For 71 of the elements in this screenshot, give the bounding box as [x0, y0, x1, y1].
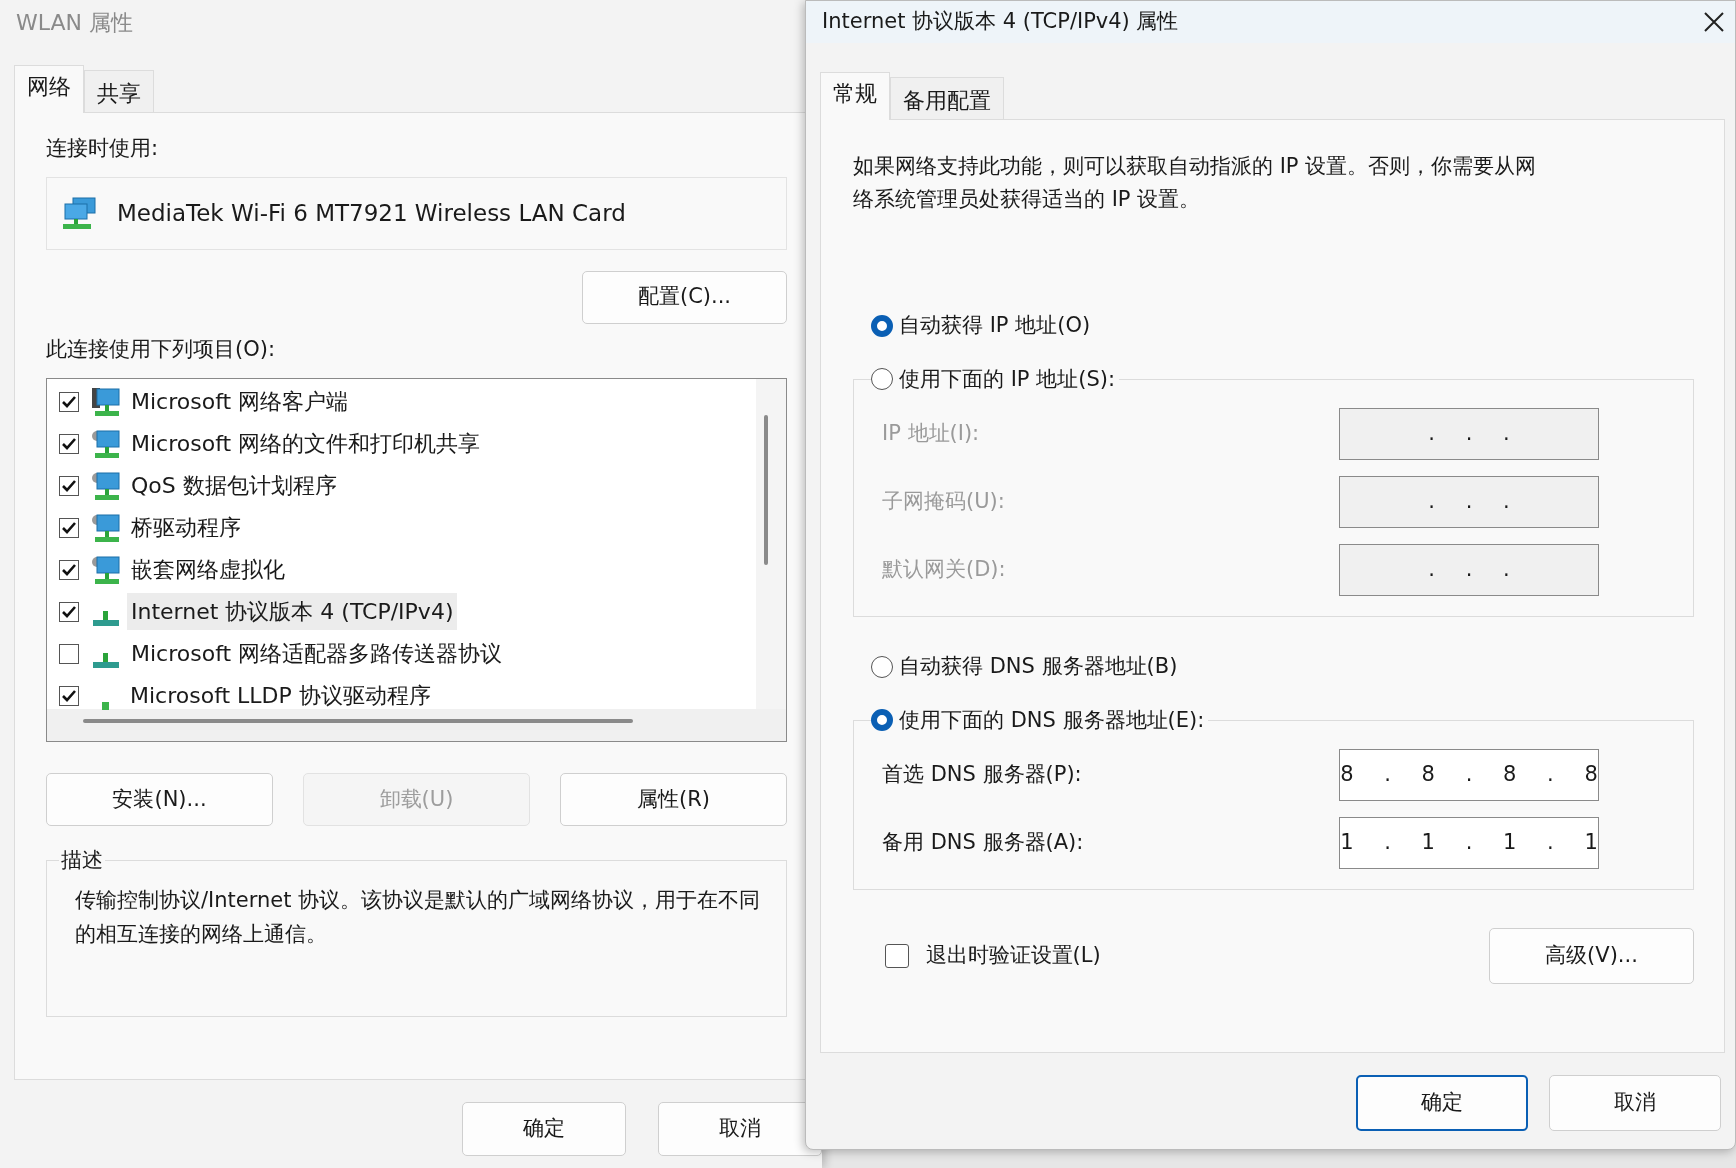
check-icon [61, 394, 77, 409]
network-protocol-icon [93, 653, 119, 668]
list-item[interactable]: 嵌套网络虚拟化 [127, 551, 289, 588]
check-icon [61, 436, 77, 451]
check-icon [61, 604, 77, 619]
button[interactable]: 确定 [462, 1102, 627, 1156]
list-item[interactable]: Microsoft 网络客户端 [127, 383, 353, 420]
button[interactable]: 安装(N)... [46, 773, 273, 826]
scrollbar[interactable] [764, 414, 768, 565]
radio-button[interactable] [871, 709, 893, 732]
radio-button[interactable] [871, 314, 893, 337]
tab[interactable]: 备用配置 [890, 77, 1004, 119]
field-label: 默认网关(D): [882, 556, 1006, 584]
network-protocol-icon [93, 611, 119, 626]
description-text: 传输控制协议/Internet 协议。该协议是默认的广域网络协议，用于在不同的相互连接的网络上通信。 [75, 887, 762, 948]
button[interactable]: 取消 [1549, 1075, 1721, 1131]
checkbox[interactable] [59, 601, 79, 622]
checkbox[interactable] [885, 944, 909, 968]
radio-button[interactable] [871, 655, 893, 678]
network-adapter-icon [63, 197, 97, 229]
check-icon [61, 562, 77, 577]
radio-label[interactable]: 使用下面的 DNS 服务器地址(E): [899, 704, 1205, 736]
network-service-icon [91, 427, 121, 460]
checkbox[interactable] [59, 391, 79, 412]
checkbox[interactable] [59, 643, 79, 664]
tab[interactable]: 常规 [820, 72, 890, 120]
checkbox[interactable] [59, 517, 79, 538]
checkbox-label[interactable]: 退出时验证设置(L) [925, 940, 1101, 972]
network-service-icon [91, 553, 121, 586]
checkbox[interactable] [59, 433, 79, 454]
radio-label[interactable]: 自动获得 IP 地址(O) [899, 310, 1091, 342]
label: 连接时使用: [46, 135, 160, 162]
intro-text: 如果网络支持此功能，则可以获取自动指派的 IP 设置。否则，你需要从网络系统管理员处获得适当的 IP 设置。 [853, 153, 1538, 213]
ip-address-field[interactable]: 8 . 8 . 8 . 8 [1339, 749, 1599, 801]
radio-button[interactable] [871, 368, 893, 391]
field-label: 子网掩码(U): [882, 488, 1005, 516]
tab[interactable]: 共享 [84, 70, 154, 112]
scrollbar[interactable] [83, 718, 633, 723]
window-title: WLAN 属性 [16, 9, 133, 37]
window-title: Internet 协议版本 4 (TCP/IPv4) 属性 [822, 8, 1179, 36]
checkbox[interactable] [59, 475, 79, 496]
radio-label[interactable]: 自动获得 DNS 服务器地址(B) [899, 651, 1178, 683]
close-icon [1703, 11, 1725, 33]
configure-button[interactable]: 配置(C)... [582, 270, 787, 324]
advanced-button[interactable]: 高级(V)... [1489, 928, 1694, 984]
list-item[interactable]: QoS 数据包计划程序 [127, 467, 341, 504]
check-icon [61, 520, 77, 535]
button[interactable]: 确定 [1356, 1075, 1528, 1131]
list-item[interactable]: Microsoft 网络的文件和打印机共享 [127, 425, 485, 462]
tab[interactable]: 网络 [14, 65, 84, 113]
check-icon [61, 478, 77, 493]
label: 此连接使用下列项目(O): [46, 336, 276, 363]
list-item[interactable]: 桥驱动程序 [127, 509, 245, 546]
network-service-icon [91, 469, 121, 502]
field-label: IP 地址(I): [882, 420, 980, 448]
ip-address-field[interactable]: 1 . 1 . 1 . 1 [1339, 817, 1599, 869]
adapter-name: MediaTek Wi-Fi 6 MT7921 Wireless LAN Card [117, 198, 626, 228]
check-icon [61, 688, 77, 703]
radio-label[interactable]: 使用下面的 IP 地址(S): [899, 363, 1115, 395]
button[interactable]: 属性(R) [560, 773, 787, 826]
field-label: 首选 DNS 服务器(P): [882, 761, 1082, 789]
checkbox[interactable] [59, 559, 79, 580]
list-item[interactable]: Internet 协议版本 4 (TCP/IPv4) [127, 593, 458, 630]
checkbox[interactable] [59, 685, 79, 706]
list-item[interactable]: Microsoft LLDP 协议驱动程序 [126, 677, 435, 714]
network-protocol-icon [102, 701, 109, 710]
list-item[interactable]: Microsoft 网络适配器多路传送器协议 [127, 635, 507, 672]
button[interactable]: 取消 [657, 1102, 822, 1156]
network-service-icon [91, 511, 121, 544]
field-label: 备用 DNS 服务器(A): [882, 829, 1084, 857]
network-client-icon [91, 385, 121, 418]
